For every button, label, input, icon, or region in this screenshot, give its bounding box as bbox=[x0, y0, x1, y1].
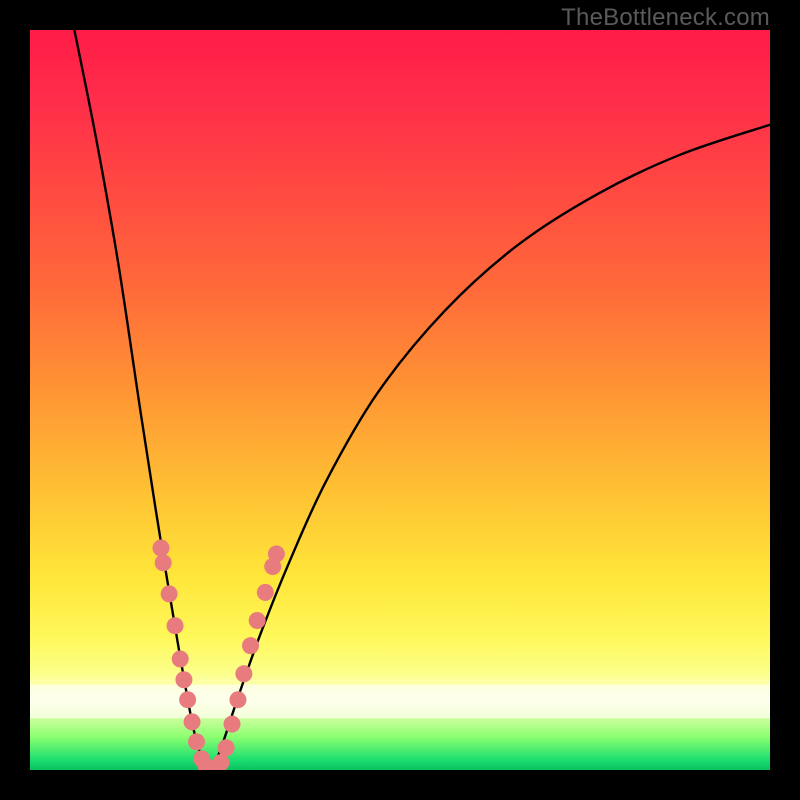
data-dot bbox=[249, 612, 266, 629]
highlight-band bbox=[30, 685, 770, 718]
chart-frame bbox=[30, 30, 770, 770]
data-dot bbox=[167, 617, 184, 634]
data-dot bbox=[224, 716, 241, 733]
data-dot bbox=[235, 665, 252, 682]
data-dot bbox=[161, 585, 178, 602]
data-dot bbox=[242, 637, 259, 654]
watermark-text: TheBottleneck.com bbox=[561, 4, 770, 32]
data-dot bbox=[229, 691, 246, 708]
data-dot bbox=[218, 739, 235, 756]
data-dot bbox=[179, 691, 196, 708]
data-dot bbox=[257, 584, 274, 601]
data-dot bbox=[152, 540, 169, 557]
data-dot bbox=[172, 651, 189, 668]
data-dot bbox=[268, 545, 285, 562]
chart-svg bbox=[30, 30, 770, 770]
data-dot bbox=[184, 713, 201, 730]
data-dot bbox=[175, 671, 192, 688]
data-dot bbox=[188, 733, 205, 750]
data-dot bbox=[155, 554, 172, 571]
gradient-background bbox=[30, 30, 770, 770]
